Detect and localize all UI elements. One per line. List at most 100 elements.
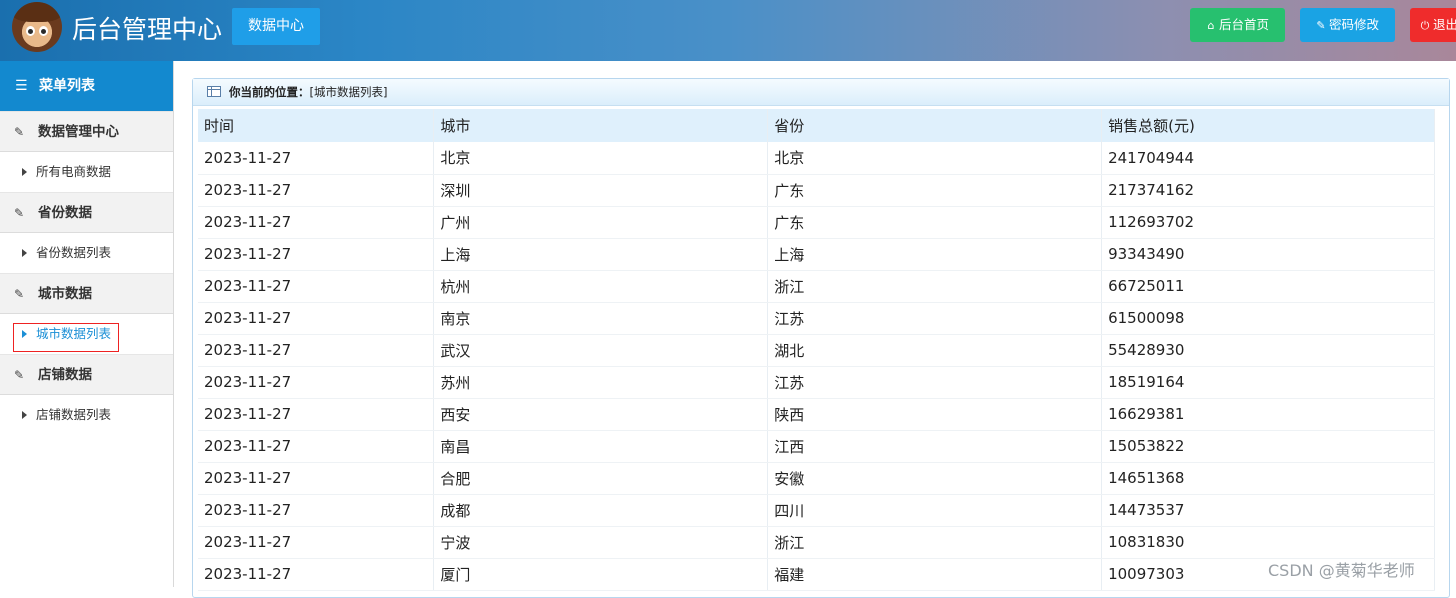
province-cell: 湖北	[767, 334, 1103, 367]
city-cell: 西安	[433, 398, 769, 431]
sidebar-item-all-ecommerce[interactable]: 所有电商数据	[0, 152, 173, 192]
edit-icon: ✎	[14, 287, 25, 301]
province-cell: 广东	[767, 174, 1103, 207]
content-panel: 你当前的位置：[城市数据列表] 时间 城市 省份 销售总额(元) 2023-11…	[192, 78, 1450, 598]
sidebar: ☰ 菜单列表 ✎ 数据管理中心 所有电商数据 ✎ 省份数据 省份数据列表 ✎ 城市数据 …	[0, 61, 174, 587]
highlight-box	[13, 323, 119, 352]
sidebar-item-store-list[interactable]: 店铺数据列表	[0, 395, 173, 435]
time-cell: 2023-11-27	[198, 462, 435, 495]
province-cell: 广东	[767, 206, 1103, 239]
window-icon	[207, 86, 221, 97]
city-cell: 苏州	[433, 366, 769, 399]
item-label: 所有电商数据	[36, 164, 112, 179]
sales-cell: 10831830	[1101, 526, 1435, 559]
column-header-province: 省份	[767, 109, 1103, 142]
city-cell: 南京	[433, 302, 769, 335]
table-row: 2023-11-27 北京 北京 241704944	[198, 142, 1435, 175]
password-label: 密码修改	[1329, 17, 1380, 32]
column-header-city: 城市	[433, 109, 769, 142]
province-cell: 四川	[767, 494, 1103, 527]
sales-cell: 241704944	[1101, 142, 1435, 175]
province-cell: 福建	[767, 558, 1103, 591]
province-cell: 江苏	[767, 366, 1103, 399]
province-cell: 江苏	[767, 302, 1103, 335]
table-row: 2023-11-27 西安 陕西 16629381	[198, 398, 1435, 431]
data-center-button[interactable]: 数据中心	[232, 8, 320, 45]
breadcrumb: 你当前的位置：[城市数据列表]	[193, 79, 1449, 106]
city-cell: 成都	[433, 494, 769, 527]
city-cell: 南昌	[433, 430, 769, 463]
exit-label: 退出	[1433, 17, 1456, 32]
table-header-row: 时间 城市 省份 销售总额(元)	[198, 109, 1435, 142]
table-row: 2023-11-27 成都 四川 14473537	[198, 494, 1435, 527]
table-row: 2023-11-27 上海 上海 93343490	[198, 238, 1435, 271]
caret-right-icon	[22, 249, 27, 257]
time-cell: 2023-11-27	[198, 398, 435, 431]
table-row: 2023-11-27 苏州 江苏 18519164	[198, 366, 1435, 399]
location-value: [城市数据列表]	[309, 85, 388, 99]
time-cell: 2023-11-27	[198, 174, 435, 207]
city-cell: 杭州	[433, 270, 769, 303]
time-cell: 2023-11-27	[198, 142, 435, 175]
table-row: 2023-11-27 武汉 湖北 55428930	[198, 334, 1435, 367]
exit-button[interactable]: ⏻ 退出	[1410, 8, 1456, 42]
table-row: 2023-11-27 杭州 浙江 66725011	[198, 270, 1435, 303]
sales-cell: 14651368	[1101, 462, 1435, 495]
wrench-icon: ✎	[1316, 19, 1326, 32]
table-row: 2023-11-27 广州 广东 112693702	[198, 206, 1435, 239]
province-cell: 浙江	[767, 526, 1103, 559]
sales-cell: 61500098	[1101, 302, 1435, 335]
time-cell: 2023-11-27	[198, 494, 435, 527]
city-cell: 合肥	[433, 462, 769, 495]
item-label: 店铺数据列表	[36, 407, 112, 422]
top-header: 后台管理中心 数据中心 ⌂ 后台首页 ✎ 密码修改 ⏻ 退出	[0, 0, 1456, 61]
sales-cell: 16629381	[1101, 398, 1435, 431]
watermark: CSDN @黄菊华老师	[1268, 561, 1415, 580]
power-icon: ⏻	[1420, 19, 1430, 32]
list-icon: ☰	[15, 78, 28, 94]
sidebar-group-data-center[interactable]: ✎ 数据管理中心	[0, 111, 173, 152]
item-label: 省份数据列表	[36, 245, 112, 260]
time-cell: 2023-11-27	[198, 270, 435, 303]
city-cell: 深圳	[433, 174, 769, 207]
time-cell: 2023-11-27	[198, 526, 435, 559]
change-password-button[interactable]: ✎ 密码修改	[1300, 8, 1395, 42]
group-label: 数据管理中心	[38, 124, 119, 140]
table-row: 2023-11-27 厦门 福建 10097303	[198, 558, 1435, 591]
edit-icon: ✎	[14, 125, 25, 139]
home-label: 后台首页	[1219, 17, 1270, 32]
sidebar-item-province-list[interactable]: 省份数据列表	[0, 233, 173, 273]
province-cell: 上海	[767, 238, 1103, 271]
table-body: 2023-11-27 北京 北京 241704944 2023-11-27 深圳 广东 217…	[198, 142, 1435, 591]
sidebar-group-store[interactable]: ✎ 店铺数据	[0, 354, 173, 395]
city-cell: 厦门	[433, 558, 769, 591]
sidebar-group-province[interactable]: ✎ 省份数据	[0, 192, 173, 233]
time-cell: 2023-11-27	[198, 334, 435, 367]
sales-cell: 66725011	[1101, 270, 1435, 303]
avatar	[12, 2, 62, 52]
city-cell: 上海	[433, 238, 769, 271]
home-button[interactable]: ⌂ 后台首页	[1190, 8, 1285, 42]
sidebar-item-city-list[interactable]: 城市数据列表	[0, 314, 173, 354]
column-header-sales: 销售总额(元)	[1101, 109, 1435, 142]
edit-icon: ✎	[14, 206, 25, 220]
province-cell: 浙江	[767, 270, 1103, 303]
city-cell: 武汉	[433, 334, 769, 367]
city-cell: 宁波	[433, 526, 769, 559]
caret-right-icon	[22, 411, 27, 419]
time-cell: 2023-11-27	[198, 366, 435, 399]
province-cell: 陕西	[767, 398, 1103, 431]
province-cell: 北京	[767, 142, 1103, 175]
table-row: 2023-11-27 南昌 江西 15053822	[198, 430, 1435, 463]
table-row: 2023-11-27 合肥 安徽 14651368	[198, 462, 1435, 495]
column-header-time: 时间	[198, 109, 435, 142]
city-cell: 广州	[433, 206, 769, 239]
menu-title: 菜单列表	[39, 78, 95, 94]
table-row: 2023-11-27 南京 江苏 61500098	[198, 302, 1435, 335]
sales-cell: 93343490	[1101, 238, 1435, 271]
sidebar-group-city[interactable]: ✎ 城市数据	[0, 273, 173, 314]
location-label: 你当前的位置：	[229, 85, 310, 99]
time-cell: 2023-11-27	[198, 206, 435, 239]
time-cell: 2023-11-27	[198, 302, 435, 335]
app-title: 后台管理中心	[72, 15, 223, 44]
